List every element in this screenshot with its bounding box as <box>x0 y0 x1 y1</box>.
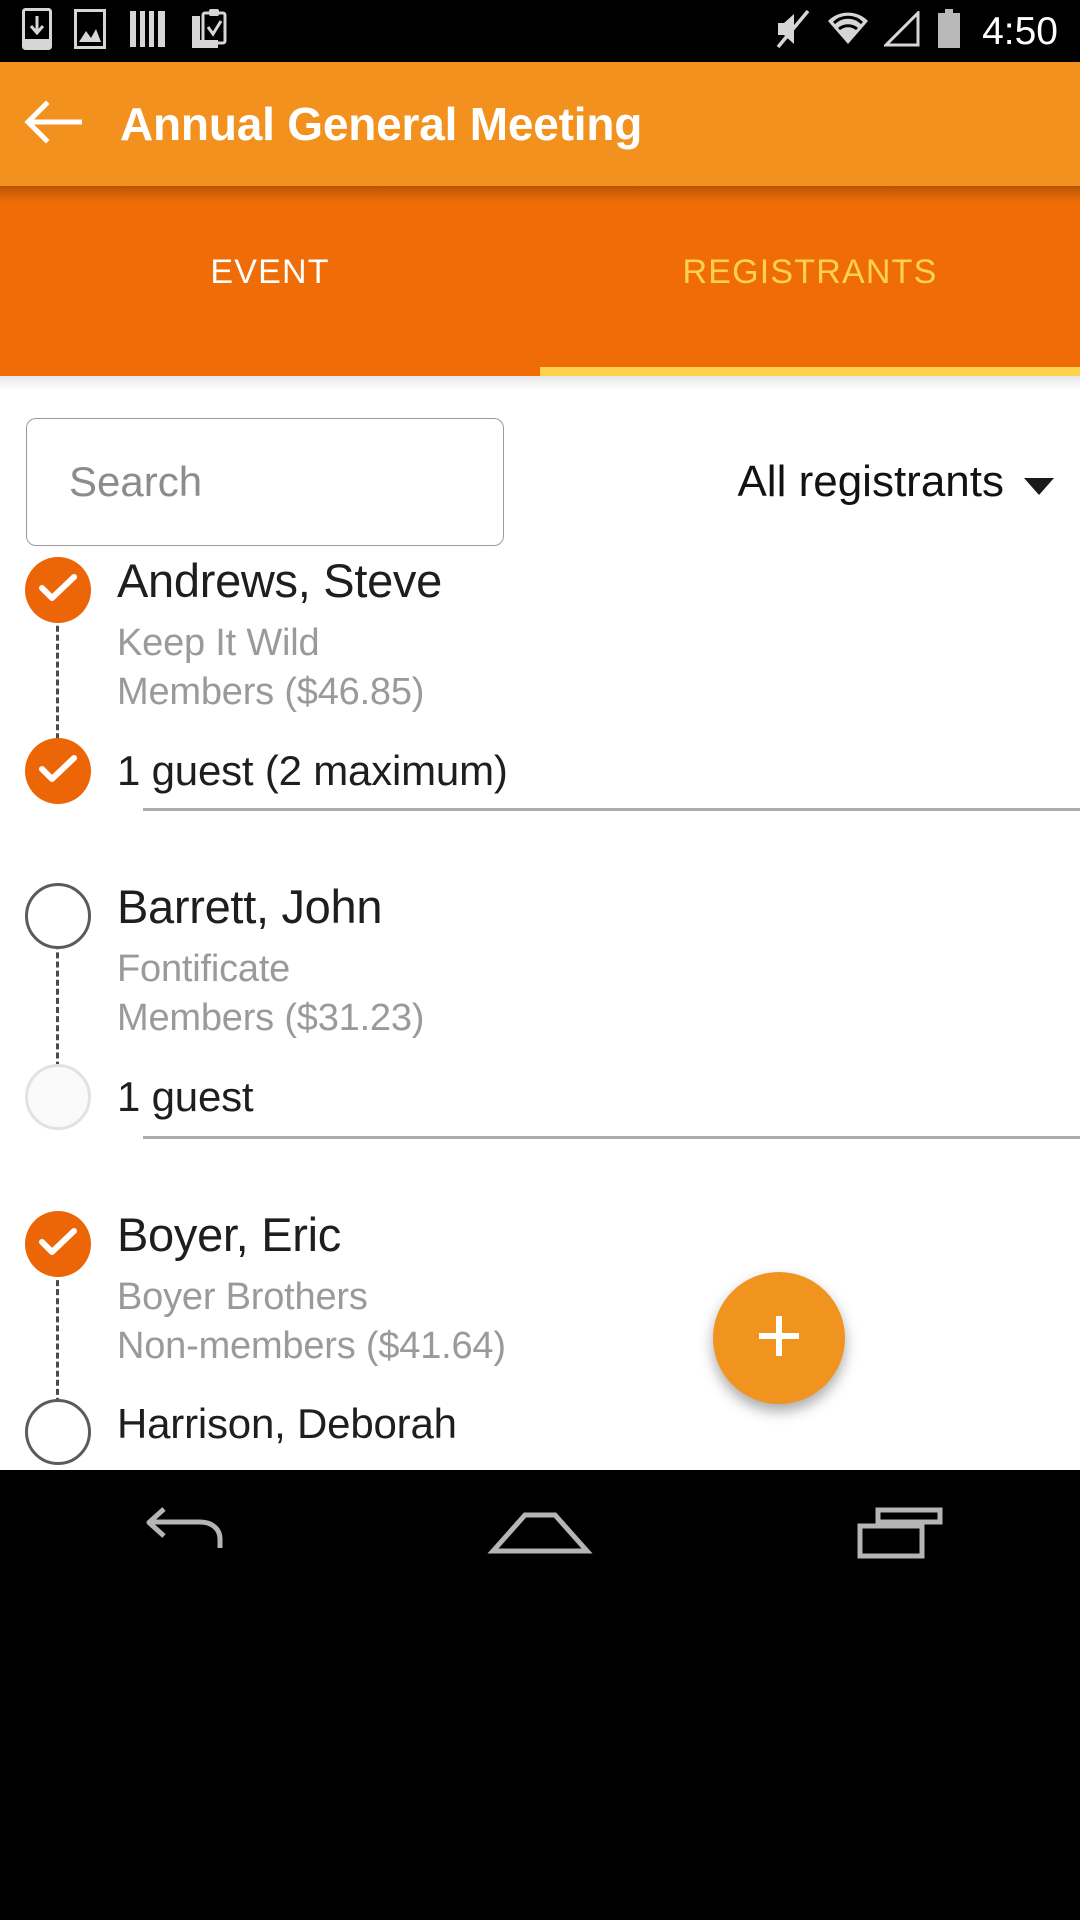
check-icon <box>38 754 78 789</box>
registrant-name: Harrison, Deborah <box>117 1400 457 1447</box>
registrant-checkbox-column <box>0 1211 115 1277</box>
registrant-details: Boyer, Eric Boyer Brothers Non-members (… <box>115 1211 1080 1370</box>
home-nav-icon <box>485 1505 595 1566</box>
nav-back-button[interactable] <box>0 1503 360 1568</box>
chevron-down-icon <box>1024 477 1054 495</box>
registrant-filter-label: All registrants <box>737 457 1004 506</box>
registrant-name: Andrews, Steve <box>117 554 442 607</box>
registrant-name: Boyer, Eric <box>117 1208 341 1261</box>
tab-bar-drop-shadow <box>0 376 1080 390</box>
guest-details: 1 guest (2 maximum) <box>115 738 1080 792</box>
registrant-category: Members ($46.85) <box>117 670 425 713</box>
status-bar: 4:50 <box>0 0 1080 62</box>
plus-icon <box>751 1308 807 1369</box>
registrant-filter-dropdown[interactable]: All registrants <box>737 418 1054 546</box>
guest-checkbox[interactable] <box>24 738 91 805</box>
tab-registrants-label: REGISTRANTS <box>682 252 938 291</box>
clipboard-check-icon <box>190 8 228 55</box>
registrant-group: Barrett, John Fontificate Members ($31.2… <box>0 821 1080 1149</box>
nav-home-button[interactable] <box>360 1505 720 1566</box>
registrant-organization: Keep It Wild <box>117 621 320 664</box>
registrant-details: Harrison, Deborah <box>115 1399 1080 1445</box>
check-icon <box>38 1227 78 1262</box>
guest-connector-line <box>56 1262 59 1422</box>
battery-icon <box>936 8 962 54</box>
registrant-organization: Boyer Brothers <box>117 1275 368 1318</box>
guest-checkbox-column <box>0 738 115 805</box>
back-arrow-icon <box>24 99 86 150</box>
registrant-details: Andrews, Steve Keep It Wild Members ($46… <box>115 557 1080 716</box>
nav-recents-button[interactable] <box>720 1504 1080 1567</box>
registrant-row[interactable]: Barrett, John Fontificate Members ($31.2… <box>0 821 1080 1042</box>
registrant-group: Harrison, Deborah <box>0 1399 1080 1470</box>
volume-mute-icon <box>774 8 812 55</box>
registrant-category: Non-members ($41.64) <box>117 1324 506 1367</box>
registrants-list[interactable]: Andrews, Steve Keep It Wild Members ($46… <box>0 546 1080 1470</box>
search-placeholder: Search <box>69 458 203 505</box>
status-bar-clock: 4:50 <box>982 9 1058 53</box>
list-divider <box>143 808 1080 811</box>
gallery-icon <box>74 8 106 54</box>
registrant-details: Barrett, John Fontificate Members ($31.2… <box>115 883 1080 1042</box>
registrant-row[interactable]: Harrison, Deborah <box>0 1399 1080 1465</box>
cellular-signal-icon <box>882 8 922 52</box>
app-bar: Annual General Meeting <box>0 62 1080 186</box>
check-icon <box>38 573 78 608</box>
registrant-row[interactable]: Andrews, Steve Keep It Wild Members ($46… <box>0 546 1080 716</box>
registrant-name: Barrett, John <box>117 880 383 933</box>
registrant-checkbox-column <box>0 883 115 949</box>
barcode-icon <box>128 9 168 54</box>
system-navigation-buttons <box>0 1470 1080 1600</box>
recents-nav-icon <box>852 1504 948 1567</box>
download-icon <box>22 7 52 55</box>
guest-checkbox-column <box>0 1064 115 1131</box>
registrant-group: Andrews, Steve Keep It Wild Members ($46… <box>0 546 1080 821</box>
registrant-checkbox[interactable] <box>24 557 91 623</box>
guest-row[interactable]: 1 guest (2 maximum) <box>0 738 1080 805</box>
registrant-checkbox[interactable] <box>24 883 91 949</box>
guest-checkbox <box>24 1064 91 1131</box>
guest-label: 1 guest (2 maximum) <box>117 747 508 795</box>
guest-label: 1 guest <box>117 1073 254 1121</box>
tab-active-indicator <box>540 367 1080 376</box>
registrant-checkbox[interactable] <box>24 1399 91 1465</box>
registrant-checkbox-column <box>0 557 115 623</box>
search-input[interactable]: Search <box>26 418 504 546</box>
back-button[interactable] <box>0 62 110 186</box>
tab-event[interactable]: EVENT <box>0 186 540 376</box>
registrant-row[interactable]: Boyer, Eric Boyer Brothers Non-members (… <box>0 1149 1080 1370</box>
guest-row[interactable]: 1 guest <box>0 1064 1080 1131</box>
registrant-checkbox-column <box>0 1399 115 1465</box>
list-divider <box>143 1136 1080 1139</box>
system-navigation-bar <box>0 1470 1080 1920</box>
guest-details: 1 guest <box>115 1064 1080 1118</box>
tab-bar: EVENT REGISTRANTS <box>0 186 1080 376</box>
status-bar-right-icons: 4:50 <box>774 8 1080 55</box>
registrant-checkbox[interactable] <box>24 1211 91 1277</box>
tab-event-label: EVENT <box>210 252 330 291</box>
wifi-icon <box>826 12 870 51</box>
registrant-category: Members ($31.23) <box>117 996 425 1039</box>
tab-registrants[interactable]: REGISTRANTS <box>540 186 1080 376</box>
registrant-organization: Fontificate <box>117 947 291 990</box>
back-nav-icon <box>134 1503 226 1568</box>
status-bar-left-icons <box>0 7 228 55</box>
page-title: Annual General Meeting <box>120 98 643 150</box>
add-registrant-fab[interactable] <box>713 1272 845 1404</box>
registrant-group: Boyer, Eric Boyer Brothers Non-members (… <box>0 1149 1080 1422</box>
